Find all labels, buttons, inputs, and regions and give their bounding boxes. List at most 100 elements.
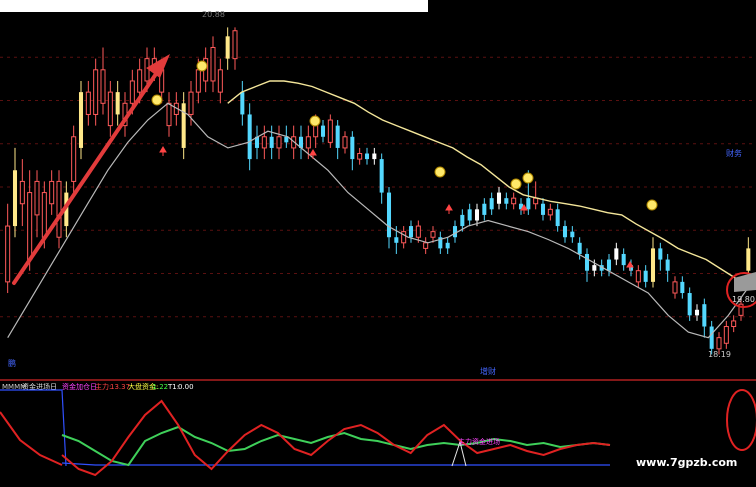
candle-body — [49, 180, 55, 205]
candle-body — [342, 136, 348, 149]
candle-body — [379, 159, 384, 193]
sub-highlight-circle — [726, 389, 756, 451]
candle-body — [305, 136, 311, 149]
sub-annotation: 主力资金进场 — [458, 437, 500, 446]
candle-body — [731, 320, 737, 328]
candle-body — [261, 136, 267, 149]
candle-body — [41, 192, 47, 238]
candle-body — [665, 259, 670, 271]
candle-body — [430, 231, 436, 238]
candle-body — [614, 248, 619, 260]
big-money-value: -1.22 — [150, 383, 168, 391]
candle-body — [27, 192, 33, 261]
smiley-icon — [522, 172, 534, 184]
candle-body — [408, 226, 414, 238]
candle-body — [232, 30, 238, 60]
candle-body — [115, 92, 120, 115]
indicator-name-2: 资金加仓日 — [62, 382, 97, 391]
candle-body — [357, 153, 363, 160]
candle-body — [650, 248, 656, 282]
candle-body — [680, 281, 685, 294]
candle-body — [687, 293, 692, 316]
candle-body — [364, 153, 370, 160]
candle-body — [643, 270, 648, 282]
candle-body — [606, 259, 612, 271]
candle-body — [107, 91, 113, 127]
candles — [5, 27, 751, 355]
trend-arrow — [12, 54, 170, 285]
candle-body — [71, 136, 77, 182]
candle-body — [34, 180, 40, 216]
candle-body — [723, 326, 729, 344]
candle-body — [386, 192, 392, 238]
candle-body — [166, 102, 172, 127]
candle-body — [350, 136, 355, 160]
candle-body — [5, 225, 11, 283]
candle-body — [313, 125, 319, 138]
buy-arrow-icon — [159, 146, 167, 156]
sub-red-start — [0, 411, 63, 466]
price-tag-label: 19.80 — [732, 295, 755, 304]
candle-body — [12, 170, 18, 227]
candle-body — [635, 270, 641, 283]
candle-body — [577, 242, 582, 254]
candle-body — [423, 242, 429, 249]
candle-body — [210, 46, 216, 82]
candle-body — [445, 242, 450, 249]
candle-body — [702, 304, 707, 327]
smiley-icon — [309, 115, 321, 127]
sub-blue-line — [61, 462, 610, 466]
low-price-label: 18.19 — [708, 350, 731, 359]
candle-body — [467, 209, 472, 221]
candle-body — [592, 265, 597, 271]
candle-body — [562, 226, 568, 238]
candle-body — [181, 103, 186, 148]
smiley-icon — [646, 199, 658, 211]
candle-body — [415, 225, 421, 238]
stock-chart-screenshot: 20.88 18.19 19.80 财务 鹏 增财 MMMM 资金进场日 资金加… — [0, 0, 756, 487]
t1-value: 0.00 — [178, 383, 194, 391]
candle-body — [489, 198, 494, 210]
smiley-markers — [151, 60, 658, 211]
high-price-label: 20.88 — [202, 10, 225, 19]
candle-body — [320, 125, 326, 137]
candle-body — [195, 69, 201, 93]
candle-body — [85, 91, 91, 115]
candle-body — [129, 80, 135, 104]
ma-yellow-line — [227, 80, 749, 287]
candle-body — [584, 253, 590, 271]
candle-body — [570, 231, 575, 238]
sub-green-line — [61, 425, 611, 467]
candle-body — [372, 153, 377, 160]
candle-body — [511, 197, 517, 205]
candle-body — [93, 69, 99, 115]
candle-body — [225, 36, 230, 59]
smiley-icon — [510, 178, 522, 190]
candle-body — [526, 198, 531, 210]
candle-body — [709, 326, 714, 349]
candle-body — [240, 92, 245, 115]
candle-body — [452, 226, 458, 238]
candle-body — [56, 180, 62, 238]
candle-body — [658, 248, 663, 260]
smiley-icon — [196, 60, 208, 72]
candle-body — [474, 209, 480, 221]
watermark: www.7gpzb.com — [636, 456, 737, 469]
bottom-axis-label: 增财 — [480, 366, 496, 376]
candle-body — [547, 208, 553, 216]
candle-body — [269, 136, 274, 148]
candle-body — [188, 91, 194, 115]
buy-arrow-icon — [445, 204, 453, 214]
candle-body — [137, 69, 143, 93]
smiley-icon — [151, 94, 163, 106]
candle-body — [716, 337, 722, 350]
candle-body — [694, 309, 700, 316]
smiley-icon — [434, 166, 446, 178]
candle-body — [276, 136, 282, 149]
candle-body — [327, 119, 333, 143]
candle-body — [621, 253, 626, 266]
candle-body — [284, 136, 289, 143]
candle-body — [504, 198, 509, 204]
main-force-label: 主力: — [95, 382, 111, 391]
candle-body — [401, 231, 407, 244]
